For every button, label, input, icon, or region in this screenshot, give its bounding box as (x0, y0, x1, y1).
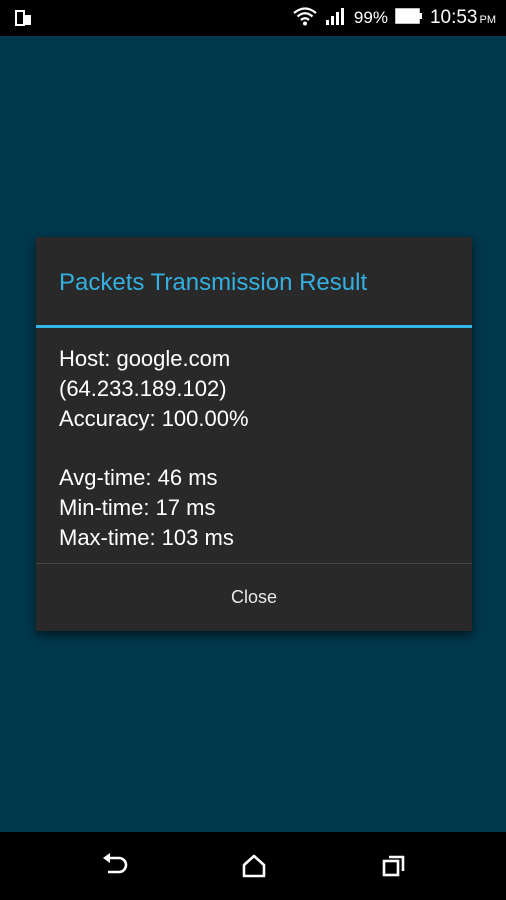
dialog-title: Packets Transmission Result (59, 269, 368, 296)
navigation-bar (0, 832, 506, 900)
clock-ampm: PM (479, 14, 497, 26)
min-time-line: Min-time: 17 ms (59, 495, 216, 520)
signal-icon (325, 6, 347, 31)
battery-percent: 99% (353, 8, 388, 27)
back-icon[interactable] (100, 852, 130, 885)
avg-time-line: Avg-time: 46 ms (59, 465, 218, 490)
title-divider (36, 325, 472, 328)
message-spacer (59, 434, 459, 463)
result-dialog: Packets Transmission Result Host: google… (36, 237, 472, 631)
status-bar: 99% 10:53 PM (0, 0, 506, 36)
recents-icon[interactable] (380, 852, 408, 885)
dialog-message: Host: google.com (64.233.189.102) Accura… (59, 344, 459, 553)
accuracy-line: Accuracy: 100.00% (59, 406, 249, 431)
clock-time: 10:53 (429, 7, 478, 28)
host-line: Host: google.com (59, 346, 231, 371)
status-icons: 99% 10:53 PM (292, 0, 496, 36)
max-time-line: Max-time: 103 ms (59, 525, 234, 550)
clock: 10:53 PM (430, 7, 496, 29)
screen-mirror-icon (14, 8, 34, 33)
home-icon[interactable] (240, 852, 268, 885)
battery-icon (395, 7, 423, 29)
wifi-icon (292, 5, 318, 32)
close-button[interactable]: Close (36, 564, 472, 631)
ip-line: (64.233.189.102) (59, 376, 227, 401)
